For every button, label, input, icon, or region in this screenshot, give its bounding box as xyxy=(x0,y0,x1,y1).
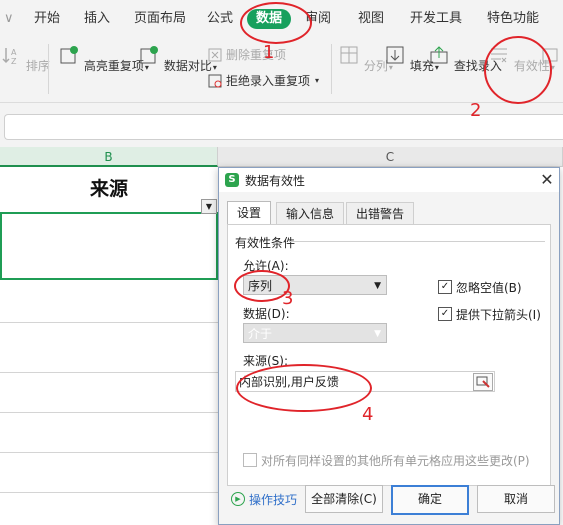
toolbar-separator xyxy=(331,44,332,94)
cell-b1[interactable]: 来源 xyxy=(0,167,218,212)
tab-settings[interactable]: 设置 xyxy=(227,201,272,226)
ignore-blank-checkbox[interactable]: ✓ xyxy=(438,280,452,294)
dropdown-arrow-checkbox[interactable]: ✓ xyxy=(438,307,452,321)
dialog-title: 数据有效性 xyxy=(245,174,306,188)
reject-duplicates-icon xyxy=(208,74,222,87)
annotation-number-3: 3 xyxy=(282,288,294,309)
section-title: 有效性条件 xyxy=(235,236,296,250)
row-gridline xyxy=(0,492,218,493)
close-icon[interactable]: ✕ xyxy=(537,169,557,191)
range-picker-icon[interactable] xyxy=(473,373,493,391)
dropdown-arrow-label: 提供下拉箭头(I) xyxy=(456,308,541,322)
lookup-entry-icon xyxy=(430,46,448,64)
tab-page-layout[interactable]: 页面布局 xyxy=(134,0,186,38)
data-compare-button[interactable]: 数据对比▾ xyxy=(138,44,217,74)
annotation-number-2: 2 xyxy=(470,100,482,121)
data-select-value: 介于 xyxy=(248,327,273,341)
chevron-down-icon: ▼ xyxy=(374,329,381,339)
ignore-blank-label: 忽略空值(B) xyxy=(456,281,522,295)
annotation-number-1: 1 xyxy=(263,42,275,63)
annotation-ellipse-4 xyxy=(236,364,372,412)
tab-home[interactable]: 开始 xyxy=(34,0,60,38)
cell-b2-selected[interactable] xyxy=(0,212,218,280)
chevron-down-icon: ▼ xyxy=(374,281,381,291)
tab-special[interactable]: 特色功能 xyxy=(487,0,539,38)
data-compare-icon xyxy=(140,46,158,64)
play-icon: ▶ xyxy=(231,492,245,506)
reject-duplicates-button[interactable]: 拒绝录入重复项 ▾ xyxy=(208,72,319,89)
fill-button[interactable]: 填充▾ xyxy=(384,44,439,74)
data-select[interactable]: 介于 ▼ xyxy=(243,323,387,343)
annotation-ellipse-2 xyxy=(484,36,552,104)
ribbon-partial-arrow: ∨ xyxy=(4,11,14,26)
tab-insert[interactable]: 插入 xyxy=(84,0,110,38)
tab-developer[interactable]: 开发工具 xyxy=(410,0,462,38)
apply-all-label: 对所有同样设置的其他所有单元格应用这些更改(P) xyxy=(261,454,530,468)
apply-all-checkbox[interactable] xyxy=(243,453,257,467)
row-gridline xyxy=(0,322,218,323)
fill-icon xyxy=(386,46,404,64)
delete-duplicates-label: 删除重复项 xyxy=(226,48,287,62)
section-divider xyxy=(289,241,545,242)
data-validation-dialog: S 数据有效性 ✕ 设置 输入信息 出错警告 有效性条件 允许(A): 序列 ▼… xyxy=(218,167,560,525)
annotation-ellipse-1 xyxy=(240,2,312,44)
highlight-duplicates-button[interactable]: 高亮重复项▾ xyxy=(58,44,149,74)
tips-link[interactable]: 操作技巧 xyxy=(249,491,297,508)
row-gridline xyxy=(0,452,218,453)
highlight-duplicates-label: 高亮重复项 xyxy=(83,59,144,73)
tab-view[interactable]: 视图 xyxy=(358,0,384,38)
app-logo-icon: S xyxy=(225,173,239,187)
cancel-button[interactable]: 取消 xyxy=(477,485,555,513)
reject-duplicates-label: 拒绝录入重复项 xyxy=(226,74,311,88)
svg-text:Z: Z xyxy=(11,57,17,66)
sort-icon: AZ xyxy=(2,48,17,66)
annotation-number-4: 4 xyxy=(362,404,374,425)
sort-button[interactable]: AZ 排序 xyxy=(0,44,50,74)
data-compare-label: 数据对比 xyxy=(163,59,212,73)
clear-all-button[interactable]: 全部清除(C) xyxy=(305,485,383,513)
split-columns-icon xyxy=(340,46,358,64)
split-columns-button[interactable]: 分列▾ xyxy=(338,44,393,74)
dialog-titlebar: S 数据有效性 ✕ xyxy=(219,168,559,192)
ok-button[interactable]: 确定 xyxy=(391,485,469,515)
toolbar-separator xyxy=(48,44,49,94)
delete-duplicates-icon xyxy=(208,48,222,61)
lookup-entry-button[interactable]: 查找录入 xyxy=(428,44,502,74)
row-gridline xyxy=(0,412,218,413)
row-gridline xyxy=(0,372,218,373)
column-header-c[interactable]: C xyxy=(218,147,563,167)
cell-dropdown-button[interactable]: ▼ xyxy=(201,199,217,214)
highlight-duplicates-icon xyxy=(60,46,78,64)
tab-error-alert[interactable]: 出错警告 xyxy=(346,202,415,225)
svg-text:A: A xyxy=(11,48,17,57)
tab-formulas[interactable]: 公式 xyxy=(207,0,233,38)
column-header-b[interactable]: B xyxy=(0,147,218,167)
tab-input-message[interactable]: 输入信息 xyxy=(276,202,345,225)
sort-label: 排序 xyxy=(25,59,50,73)
